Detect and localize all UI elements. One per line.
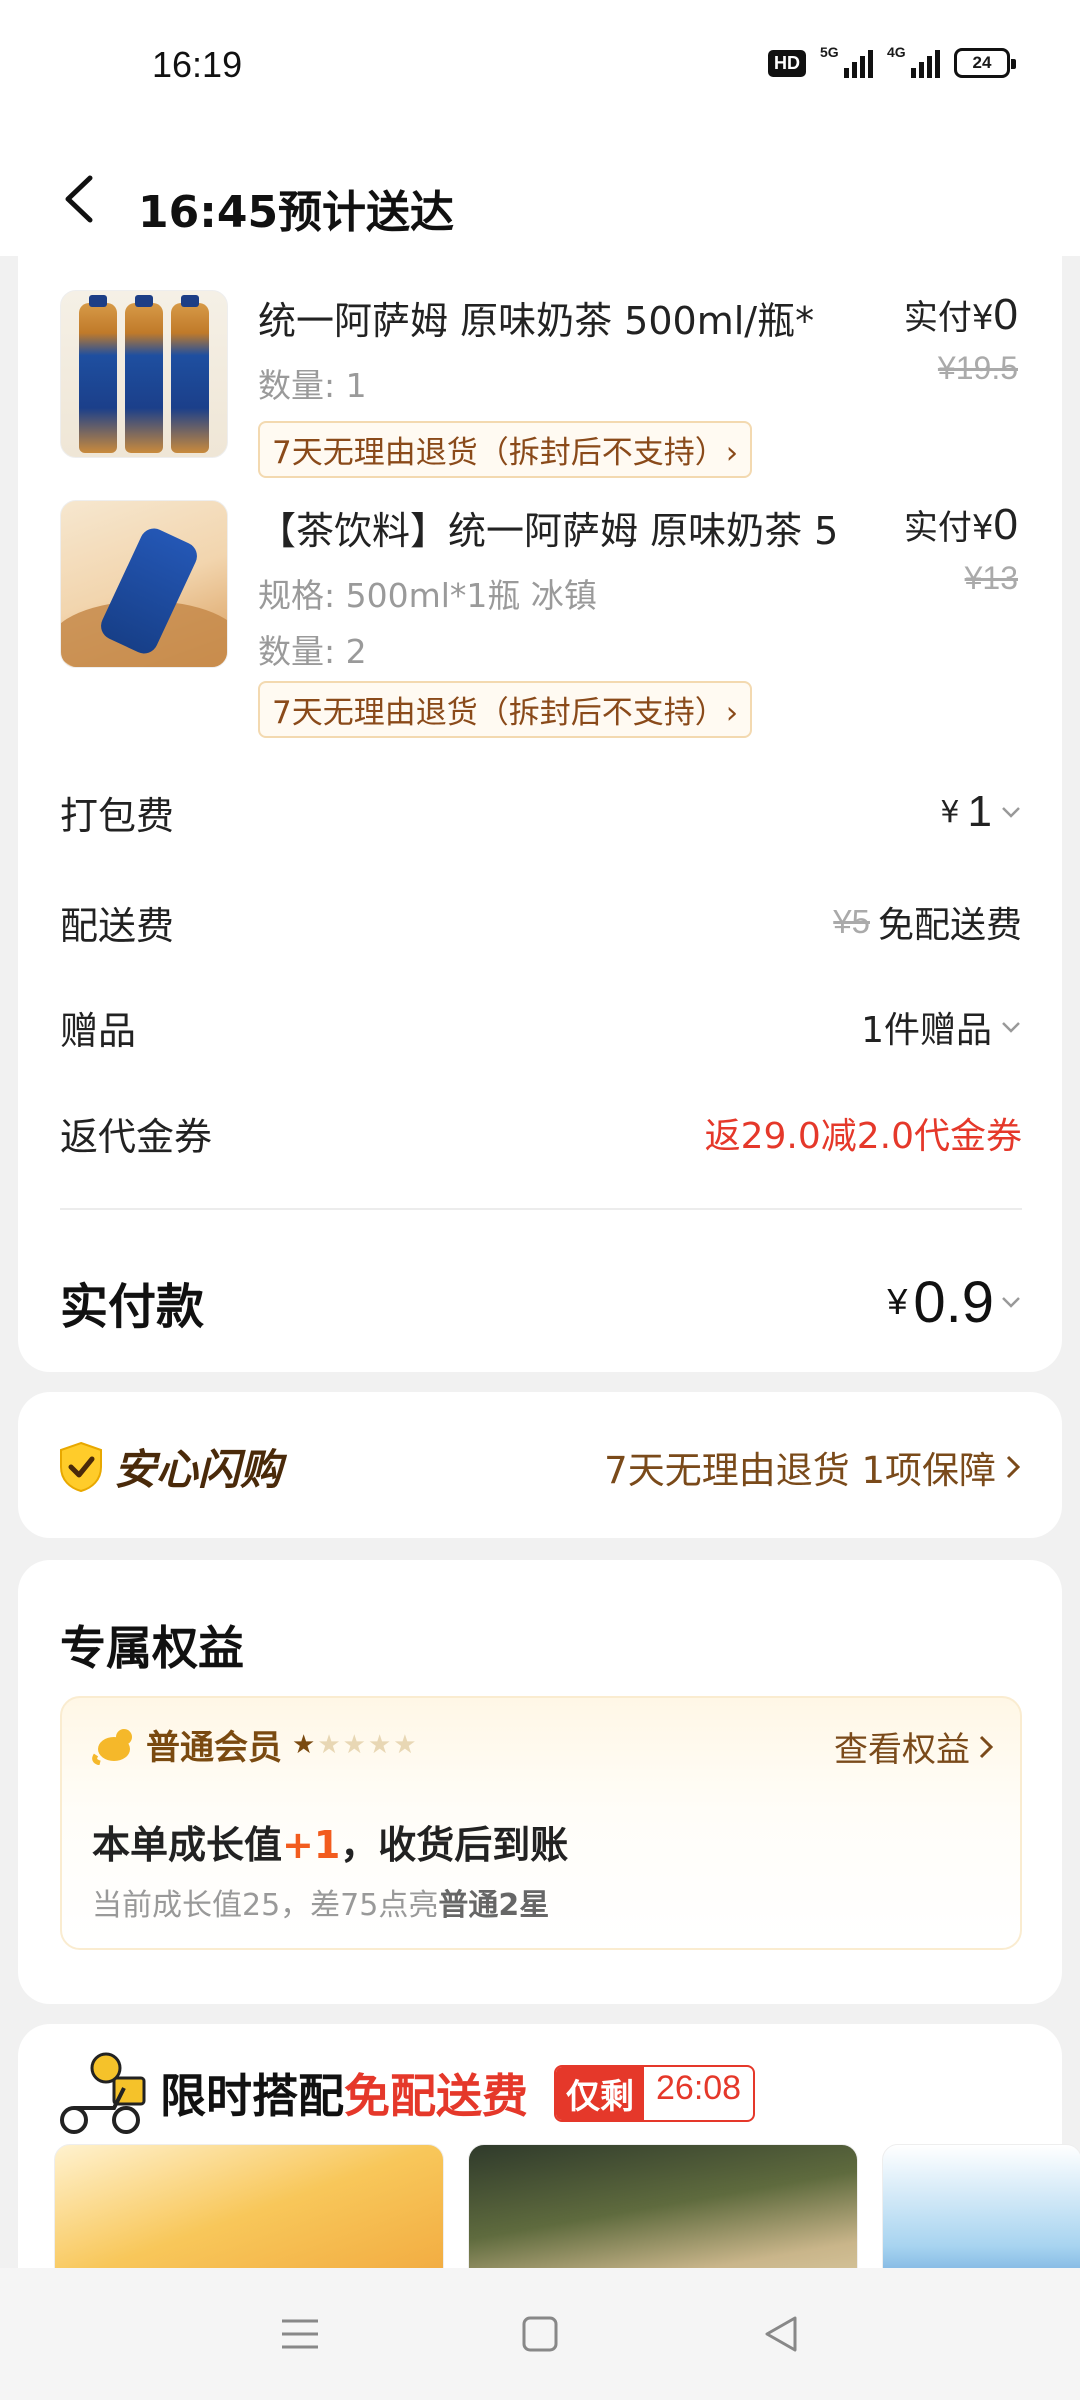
member-stars: ★★★★★ bbox=[292, 1730, 419, 1760]
signal-5g-icon: 5G bbox=[820, 44, 873, 78]
product-item[interactable]: 【茶饮料】统一阿萨姆 原味奶茶 5 规格: 500ml*1瓶 冰镇 数量: 2 … bbox=[60, 500, 1030, 740]
menu-button[interactable] bbox=[270, 2304, 330, 2364]
safe-purchase-title-group: 安心闪购 bbox=[58, 1436, 282, 1497]
delivery-original-price: ¥5 bbox=[833, 903, 870, 940]
growth-value-text: 本单成长值+1，收货后到账 bbox=[92, 1823, 569, 1867]
battery-icon: 24 bbox=[954, 48, 1016, 78]
flash-deal-header: 限时搭配免配送费 仅剩 26:08 bbox=[54, 2048, 756, 2138]
safe-purchase-detail[interactable]: 7天无理由退货 1项保障 bbox=[604, 1440, 1022, 1494]
home-button[interactable] bbox=[510, 2304, 570, 2364]
chevron-right-icon bbox=[1006, 1455, 1021, 1479]
gift-label: 赠品 bbox=[60, 1008, 137, 1053]
signal-4g-icon: 4G bbox=[887, 44, 940, 78]
voucher-label: 返代金券 bbox=[60, 1114, 213, 1159]
safe-purchase-title: 安心闪购 bbox=[114, 1445, 283, 1494]
total-label: 实付款 bbox=[60, 1279, 205, 1335]
return-policy-tag[interactable]: 7天无理由退货（拆封后不支持）› bbox=[258, 421, 753, 478]
chevron-down-icon bbox=[1002, 807, 1020, 818]
voucher-value: 返29.0减2.0代金券 bbox=[704, 1116, 1022, 1157]
total-value: ¥0.9 bbox=[887, 1269, 1022, 1336]
chevron-down-icon bbox=[1002, 1022, 1020, 1033]
delivery-fee-label: 配送费 bbox=[60, 903, 175, 948]
original-price: ¥19.5 bbox=[937, 350, 1018, 386]
star-icon: ★ bbox=[393, 1729, 419, 1760]
star-icon: ★ bbox=[292, 1729, 318, 1760]
flash-deal-title: 限时搭配免配送费 bbox=[160, 2069, 528, 2123]
star-icon: ★ bbox=[342, 1729, 368, 1760]
shield-check-icon bbox=[60, 1441, 102, 1492]
benefits-title: 专属权益 bbox=[60, 1621, 244, 1675]
product-image bbox=[60, 290, 228, 458]
delivery-fee-row: 配送费 ¥5 免配送费 bbox=[60, 887, 1022, 957]
back-button[interactable] bbox=[750, 2304, 810, 2364]
gift-row[interactable]: 赠品 1件赠品 bbox=[60, 992, 1022, 1062]
return-policy-tag[interactable]: 7天无理由退货（拆封后不支持）› bbox=[258, 681, 753, 738]
product-item[interactable]: 统一阿萨姆 原味奶茶 500ml/瓶* 数量: 1 7天无理由退货（拆封后不支持… bbox=[60, 290, 1030, 490]
member-box: 普通会员 ★★★★★ 查看权益 本单成长值+1，收货后到账 当前成长值25，差7… bbox=[60, 1696, 1022, 1950]
status-time: 16:19 bbox=[152, 44, 243, 85]
product-name: 统一阿萨姆 原味奶茶 500ml/瓶* bbox=[258, 299, 815, 343]
voucher-row: 返代金券 返29.0减2.0代金券 bbox=[60, 1098, 1022, 1168]
packing-fee-row[interactable]: 打包费 ¥1 bbox=[60, 777, 1022, 847]
product-price: 实付¥0 ¥13 bbox=[904, 500, 1018, 597]
network-type-label: 5G bbox=[820, 44, 839, 60]
divider bbox=[60, 1208, 1022, 1210]
paid-price: 实付¥0 bbox=[903, 500, 1018, 549]
back-arrow-icon[interactable] bbox=[60, 174, 100, 224]
member-level: 普通会员 bbox=[146, 1728, 282, 1768]
countdown-timer: 仅剩 26:08 bbox=[554, 2064, 756, 2122]
chevron-down-icon bbox=[1002, 1297, 1020, 1308]
menu-icon bbox=[282, 2319, 318, 2349]
product-image bbox=[60, 500, 228, 668]
gift-value: 1件赠品 bbox=[861, 1001, 1022, 1053]
member-level-group: 普通会员 ★★★★★ bbox=[92, 1720, 419, 1769]
network-type-label: 4G bbox=[887, 44, 906, 60]
delivery-fee-value: ¥5 免配送费 bbox=[833, 903, 1022, 946]
product-quantity: 数量: 2 bbox=[258, 632, 367, 671]
status-bar: 16:19 HD 5G 4G 24 bbox=[0, 0, 1080, 136]
home-square-icon bbox=[522, 2316, 558, 2352]
hd-icon: HD bbox=[768, 49, 806, 77]
product-price: 实付¥0 ¥19.5 bbox=[904, 290, 1018, 387]
order-card: 统一阿萨姆 原味奶茶 500ml/瓶* 数量: 1 7天无理由退货（拆封后不支持… bbox=[18, 236, 1062, 1372]
delivery-rider-icon bbox=[60, 2052, 146, 2134]
original-price: ¥13 bbox=[964, 560, 1018, 596]
paid-price: 实付¥0 bbox=[903, 290, 1018, 339]
product-info: 统一阿萨姆 原味奶茶 500ml/瓶* 数量: 1 7天无理由退货（拆封后不支持… bbox=[258, 290, 1018, 478]
back-triangle-icon bbox=[765, 2316, 797, 2352]
star-icon: ★ bbox=[317, 1729, 343, 1760]
system-nav-bar bbox=[0, 2268, 1080, 2400]
view-benefits-link[interactable]: 查看权益 bbox=[834, 1722, 994, 1771]
chevron-right-icon bbox=[979, 1735, 994, 1758]
total-row[interactable]: 实付款 ¥0.9 bbox=[60, 1254, 1022, 1350]
star-icon: ★ bbox=[367, 1729, 394, 1760]
kangaroo-icon bbox=[92, 1728, 132, 1765]
growth-progress-text: 当前成长值25，差75点亮普通2星 bbox=[92, 1888, 550, 1923]
packing-fee-value: ¥1 bbox=[940, 787, 1022, 837]
packing-fee-label: 打包费 bbox=[60, 793, 175, 838]
benefits-card: 专属权益 普通会员 ★★★★★ 查看权益 本单成长值+1，收货后到账 当前成长值… bbox=[18, 1560, 1062, 2004]
product-info: 【茶饮料】统一阿萨姆 原味奶茶 5 规格: 500ml*1瓶 冰镇 数量: 2 … bbox=[258, 500, 1018, 738]
safe-purchase-card[interactable]: 安心闪购 7天无理由退货 1项保障 bbox=[18, 1392, 1062, 1538]
page-title: 16:45预计送达 bbox=[138, 187, 455, 238]
status-icons: HD 5G 4G 24 bbox=[768, 44, 1016, 78]
product-name: 【茶饮料】统一阿萨姆 原味奶茶 5 bbox=[258, 509, 839, 553]
